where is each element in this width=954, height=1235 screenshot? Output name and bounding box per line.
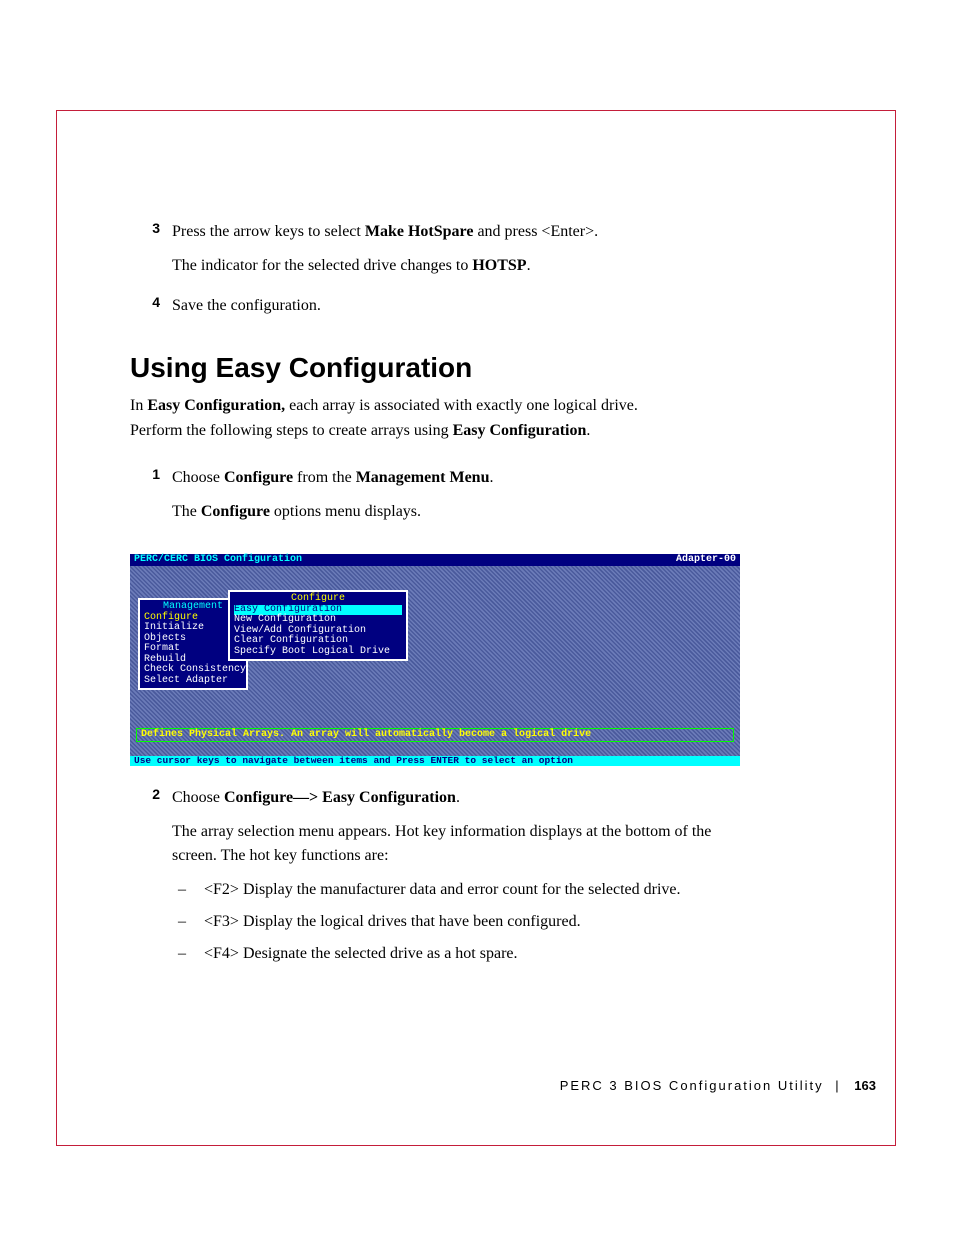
bold-text: Configure [201,503,270,520]
bold-text: Easy Configuration [453,422,587,439]
text: . [586,422,590,439]
section-heading: Using Easy Configuration [130,352,750,384]
text: . [527,257,531,274]
text: Choose [172,789,224,806]
hotkey-text: <F2> Display the manufacturer data and e… [204,878,750,902]
intro-paragraph: In Easy Configuration, each array is ass… [130,394,670,444]
step-text: Choose Configure—> Easy Configuration. [172,786,750,810]
hotkey-list: – <F2> Display the manufacturer data and… [172,878,750,966]
text: and press <Enter>. [473,223,598,240]
bios-titlebar: PERC/CERC BIOS Configuration Adapter-00 [130,554,740,567]
step-body: Press the arrow keys to select Make HotS… [172,220,750,288]
step-body: Choose Configure from the Management Men… [172,466,750,534]
step-text: Press the arrow keys to select Make HotS… [172,220,750,244]
hotkey-f2: – <F2> Display the manufacturer data and… [172,878,750,902]
bios-background: Management Configure Initialize Objects … [130,566,740,756]
bold-text: Make HotSpare [365,223,474,240]
bios-title-right: Adapter-00 [676,555,736,566]
bold-text: HOTSP [472,257,526,274]
page-content: 3 Press the arrow keys to select Make Ho… [130,220,750,980]
text: Choose [172,469,224,486]
step-body: Choose Configure—> Easy Configuration. T… [172,786,750,974]
page-footer: PERC 3 BIOS Configuration Utility | 163 [560,1078,876,1093]
step-body: Save the configuration. [172,294,750,328]
bold-text: Configure—> Easy Configuration [224,789,456,806]
hotkey-f4: – <F4> Designate the selected drive as a… [172,942,750,966]
step-3: 3 Press the arrow keys to select Make Ho… [130,220,750,288]
menu-item-select-adapter[interactable]: Select Adapter [144,676,242,687]
step-4: 4 Save the configuration. [130,294,750,328]
text: The [172,503,201,520]
step-2: 2 Choose Configure—> Easy Configuration.… [130,786,750,974]
footer-divider: | [835,1078,838,1093]
text: The indicator for the selected drive cha… [172,257,472,274]
text: Press the arrow keys to select [172,223,365,240]
hotkey-f3: – <F3> Display the logical drives that h… [172,910,750,934]
step-number: 2 [130,786,172,974]
bold-text: Management Menu [356,469,490,486]
footer-title: PERC 3 BIOS Configuration Utility [560,1078,824,1093]
hotkey-text: <F4> Designate the selected drive as a h… [204,942,750,966]
step-number: 3 [130,220,172,288]
bios-footer-bar: Use cursor keys to navigate between item… [130,756,740,766]
bullet-dash: – [172,878,204,902]
step-text: Save the configuration. [172,294,750,318]
step-text: Choose Configure from the Management Men… [172,466,750,490]
step-1: 1 Choose Configure from the Management M… [130,466,750,534]
bios-help-bar: Defines Physical Arrays. An array will a… [136,728,734,743]
bios-screenshot: PERC/CERC BIOS Configuration Adapter-00 … [130,554,740,766]
text: In [130,397,147,414]
page-number: 163 [854,1078,876,1093]
step-number: 1 [130,466,172,534]
bullet-dash: – [172,942,204,966]
text: options menu displays. [270,503,421,520]
bios-title-left: PERC/CERC BIOS Configuration [134,555,302,566]
menu-item-specify-boot[interactable]: Specify Boot Logical Drive [234,647,402,658]
text: from the [293,469,356,486]
step-text: The Configure options menu displays. [172,500,750,524]
text: . [489,469,493,486]
bold-text: Configure [224,469,293,486]
step-text: The array selection menu appears. Hot ke… [172,820,750,868]
configure-menu: Configure Easy Configuration New Configu… [228,590,408,661]
step-number: 4 [130,294,172,328]
text: . [456,789,460,806]
step-text: The indicator for the selected drive cha… [172,254,750,278]
bold-text: Easy Configuration, [147,397,285,414]
bullet-dash: – [172,910,204,934]
hotkey-text: <F3> Display the logical drives that hav… [204,910,750,934]
